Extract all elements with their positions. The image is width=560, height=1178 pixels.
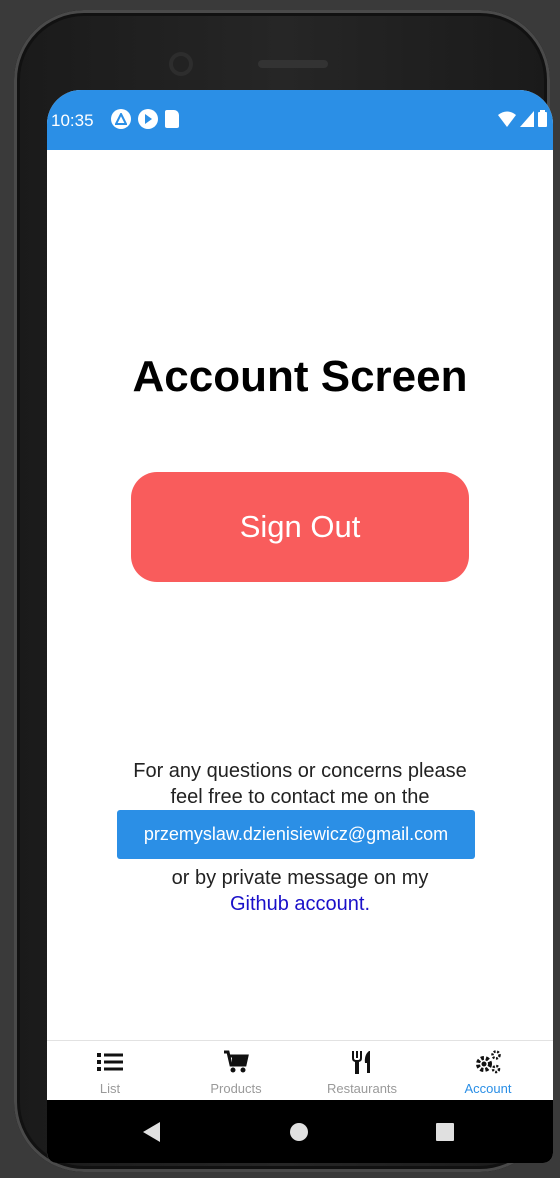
- recents-square-icon: [436, 1122, 454, 1141]
- recents-button[interactable]: [425, 1100, 465, 1163]
- home-button[interactable]: [279, 1100, 319, 1163]
- fork-knife-icon: [351, 1049, 373, 1075]
- status-bar: 10:35: [47, 90, 553, 150]
- front-camera: [169, 52, 193, 76]
- tab-account[interactable]: Account: [425, 1041, 551, 1101]
- github-text: or by private message on my Github accou…: [47, 865, 553, 917]
- list-icon: [97, 1049, 123, 1075]
- signal-icon: [520, 111, 534, 127]
- phone-frame: 10:35 Account Screen Sign Out For any qu…: [14, 10, 553, 1172]
- screen: 10:35 Account Screen Sign Out For any qu…: [47, 90, 553, 1163]
- tab-restaurants[interactable]: Restaurants: [299, 1041, 425, 1101]
- sd-card-icon: [165, 110, 179, 128]
- notification-play-icon: [138, 109, 158, 129]
- back-triangle-icon: [143, 1121, 160, 1142]
- notification-app-icon: [111, 109, 131, 129]
- back-button[interactable]: [132, 1100, 172, 1163]
- android-nav-bar: [47, 1100, 553, 1163]
- contact-line-1: For any questions or concerns please: [133, 760, 467, 782]
- home-circle-icon: [290, 1122, 308, 1141]
- cart-icon: [223, 1049, 249, 1075]
- wifi-icon: [498, 111, 516, 127]
- email-button[interactable]: przemyslaw.dzienisiewicz@gmail.com: [117, 810, 475, 859]
- earpiece-speaker: [258, 60, 328, 68]
- contact-text: For any questions or concerns please fee…: [47, 758, 553, 810]
- gears-icon: [474, 1049, 502, 1075]
- contact-line-3: or by private message on my: [171, 867, 429, 889]
- contact-line-2: feel free to contact me on the: [170, 786, 430, 808]
- battery-icon: [538, 110, 547, 127]
- tab-label: Account: [464, 1081, 512, 1096]
- sign-out-button[interactable]: Sign Out: [131, 472, 469, 582]
- system-status-icons: [498, 110, 547, 127]
- status-time: 10:35: [51, 111, 94, 130]
- tab-label: List: [99, 1081, 121, 1096]
- bottom-tab-bar: List Products Restaurants Account: [47, 1040, 553, 1101]
- tab-products[interactable]: Products: [173, 1041, 299, 1101]
- notification-icons: [111, 109, 179, 129]
- tab-list[interactable]: List: [47, 1041, 173, 1101]
- tab-label: Restaurants: [326, 1081, 398, 1096]
- github-link[interactable]: Github account.: [230, 893, 370, 915]
- tab-label: Products: [210, 1081, 262, 1096]
- page-title: Account Screen: [132, 352, 468, 401]
